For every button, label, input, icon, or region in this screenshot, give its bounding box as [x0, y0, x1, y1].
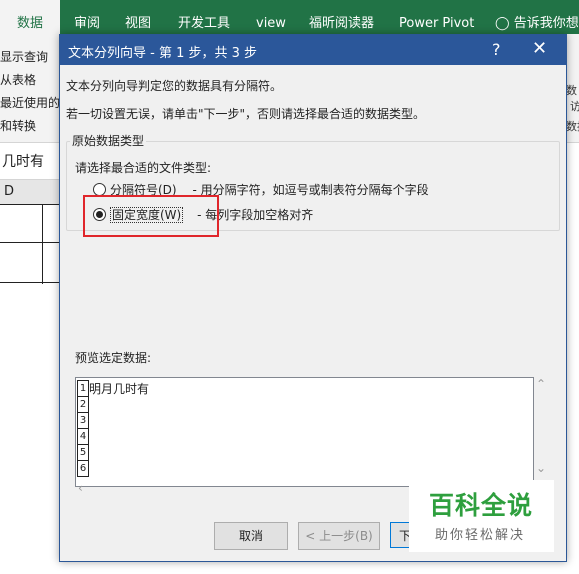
tell-me-label: 告诉我你想要 [513, 16, 579, 31]
formula-bar-text: 几时有 [2, 154, 44, 170]
ribbon-right-cmd-1[interactable]: 数 [566, 82, 577, 98]
tab-developer[interactable]: 开发工具 [178, 0, 230, 34]
preview-row-number: 6 [77, 460, 89, 477]
preview-row-number: 5 [77, 444, 89, 461]
preview-row-number: 2 [77, 396, 89, 413]
lightbulb-icon: ◯ [495, 16, 510, 31]
scroll-down-icon[interactable]: ⌄ [536, 461, 546, 475]
excel-ribbon-tabs: 数据 审阅 视图 开发工具 view 福昕阅读器 Power Pivot ◯ 告… [0, 0, 579, 36]
intro-text-2: 若一切设置无误，请单击"下一步"，否则请选择最合适的数据类型。 [66, 107, 426, 121]
help-icon[interactable]: ? [492, 40, 501, 59]
gridline [0, 282, 60, 283]
column-header-label: D [4, 184, 15, 199]
formula-bar[interactable]: 几时有 [0, 143, 60, 180]
watermark-main-text: 百科全说 [429, 491, 534, 520]
recent-sources-command[interactable]: 最近使用的 [0, 94, 60, 111]
tab-power-pivot[interactable]: Power Pivot [399, 0, 474, 34]
scroll-left-icon[interactable]: ‹ [78, 481, 83, 495]
data-type-group-legend: 原始数据类型 [70, 132, 147, 149]
tab-view[interactable]: 视图 [125, 0, 151, 34]
preview-pane[interactable]: 1 2 3 4 5 6 明月几时有 [75, 377, 534, 487]
close-icon[interactable]: ✕ [532, 38, 547, 59]
radio-delimited-desc: - 用分隔字符，如逗号或制表符分隔每个字段 [192, 183, 429, 197]
from-table-command[interactable]: 从表格 [0, 71, 36, 88]
watermark-sub-text: 助你轻松解决 [435, 528, 526, 543]
cancel-button[interactable]: 取消 [214, 522, 288, 550]
preview-row-number: 4 [77, 428, 89, 445]
gridline [0, 204, 60, 205]
tab-data[interactable]: 数据 [0, 0, 60, 36]
tab-view-en[interactable]: view [256, 0, 286, 34]
preview-data-text: 明月几时有 [89, 382, 150, 396]
file-type-prompt: 请选择最合适的文件类型: [75, 161, 212, 175]
ribbon-right-cmd-3: 数据 [566, 120, 579, 133]
preview-label: 预览选定数据: [75, 351, 152, 365]
dialog-title: 文本分列向导 - 第 1 步，共 3 步 [68, 46, 258, 61]
preview-vertical-scrollbar[interactable]: ⌃ ⌄ [532, 377, 548, 485]
scroll-up-icon[interactable]: ⌃ [536, 377, 546, 391]
intro-text-1: 文本分列向导判定您的数据具有分隔符。 [66, 79, 283, 93]
gridline [0, 242, 60, 243]
preview-row-number: 1 [77, 380, 89, 397]
dialog-titlebar[interactable]: 文本分列向导 - 第 1 步，共 3 步 ? ✕ [60, 35, 566, 65]
sheet-grid[interactable] [0, 204, 60, 284]
show-queries-command[interactable]: 显示查询 [0, 48, 48, 65]
get-transform-group-label: 和转换 [0, 119, 37, 133]
ribbon-right-cmd-2[interactable]: 访 [570, 98, 579, 114]
tab-review[interactable]: 审阅 [74, 0, 100, 34]
tell-me-search[interactable]: ◯ 告诉我你想要 [495, 0, 579, 34]
back-button[interactable]: < 上一步(B) [298, 522, 380, 550]
column-header-d[interactable]: D [0, 180, 60, 205]
gridline [42, 204, 43, 284]
tab-foxit-reader[interactable]: 福昕阅读器 [309, 0, 374, 34]
baike-watermark-logo: 百科全说 助你轻松解决 [409, 480, 554, 552]
annotation-highlight-box [83, 195, 219, 237]
preview-row-number: 3 [77, 412, 89, 429]
